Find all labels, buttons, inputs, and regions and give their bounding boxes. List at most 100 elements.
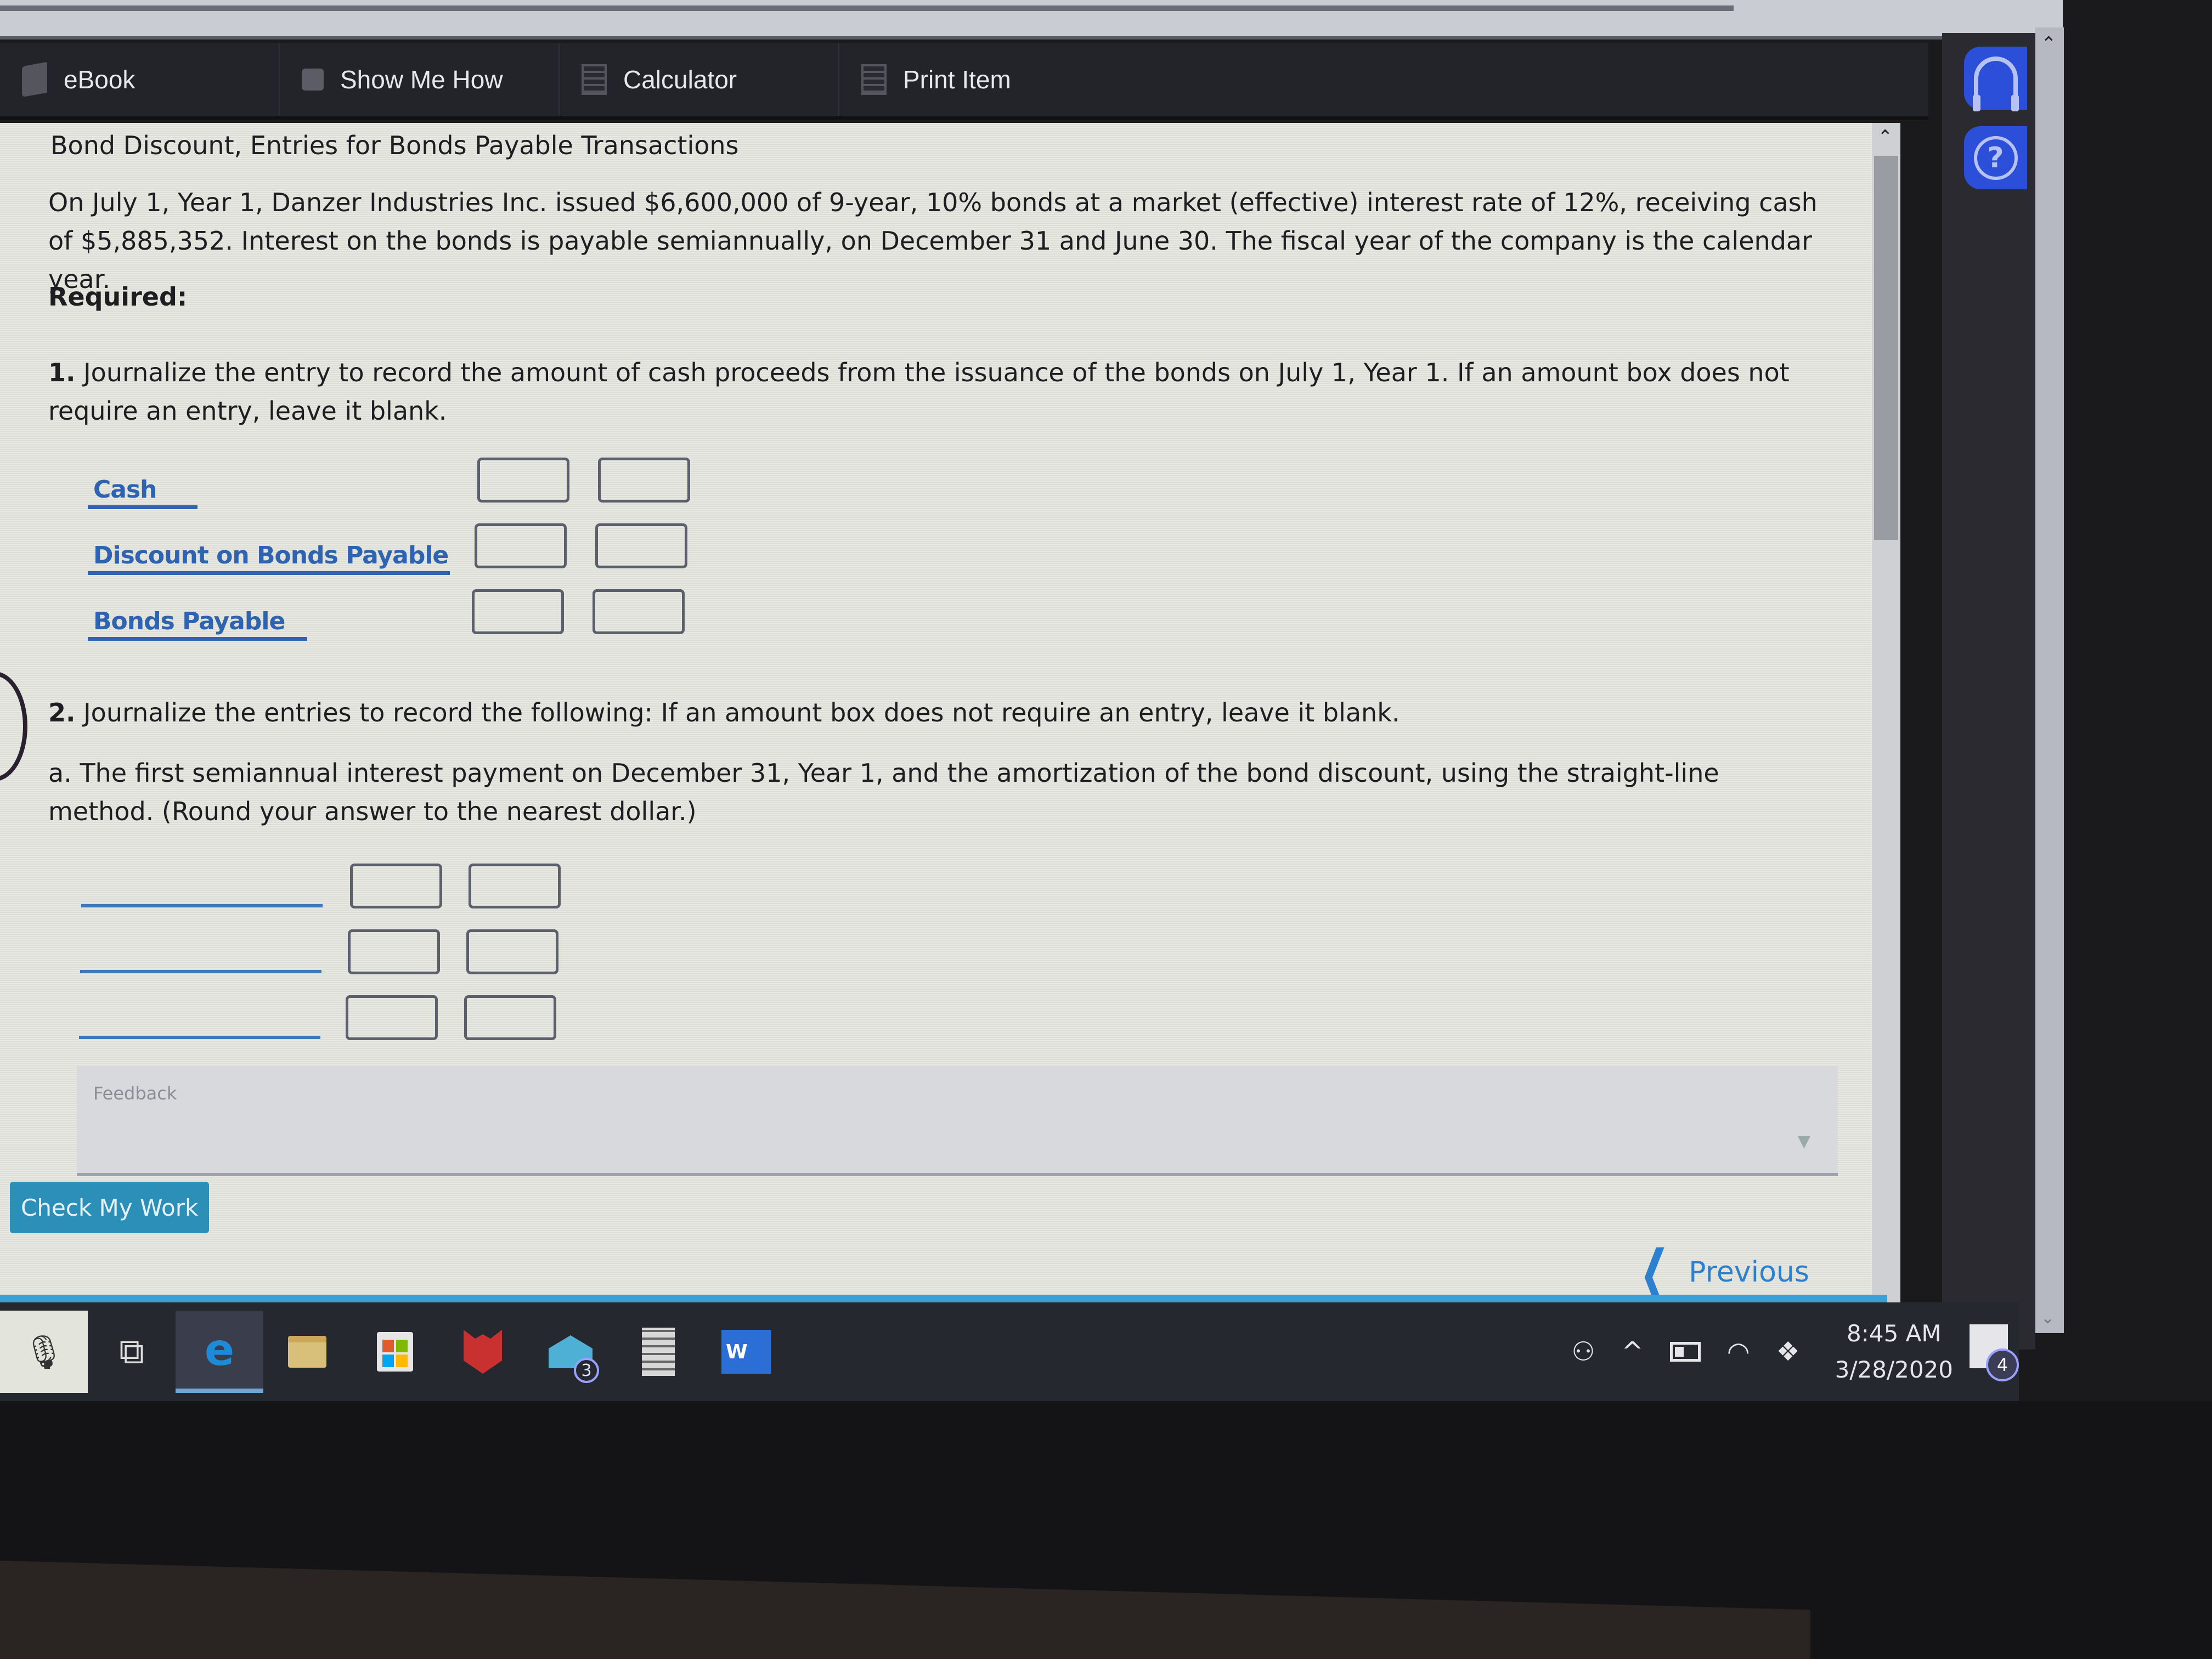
scroll-up-icon[interactable]: ⌃	[2041, 33, 2057, 55]
calculator-icon	[582, 64, 607, 95]
scroll-up-icon[interactable]: ⌃	[1877, 126, 1893, 148]
account-underline	[88, 505, 198, 509]
outer-scrollbar[interactable]: ⌃ ⌄	[2035, 27, 2064, 1333]
notification-center-icon[interactable]: 4	[1970, 1324, 2019, 1381]
account-underline	[88, 571, 450, 575]
windows-taskbar: 🎙 ⧉ e 3 W ⚇ ^ ◠ ❖ 8:45 AM 3/28/2020 4	[0, 1302, 2019, 1401]
account-select[interactable]	[81, 904, 323, 907]
required-label: Required:	[48, 282, 188, 312]
notification-count: 4	[1986, 1348, 2019, 1381]
battery-icon[interactable]	[1669, 1342, 1701, 1362]
dropbox-icon[interactable]: ❖	[1776, 1336, 1800, 1367]
debit-input[interactable]	[348, 929, 440, 974]
side-panel: ?	[1942, 33, 2035, 1350]
account-select[interactable]	[80, 970, 321, 973]
credit-input[interactable]	[464, 995, 556, 1040]
journal-row: Bonds Payable	[88, 589, 746, 650]
browser-strip	[0, 0, 2063, 40]
clock[interactable]: 8:45 AM 3/28/2020	[1835, 1316, 1953, 1388]
feedback-panel: Feedback ▼	[77, 1066, 1838, 1176]
taskbar-calculator[interactable]	[614, 1311, 702, 1393]
taskbar-store[interactable]	[351, 1311, 439, 1393]
debit-input[interactable]	[346, 995, 438, 1040]
task-view-icon: ⧉	[119, 1331, 144, 1372]
mail-badge: 3	[574, 1358, 599, 1383]
previous-button[interactable]: ❮ Previous	[1629, 1242, 1809, 1302]
help-button[interactable]: ?	[1964, 126, 2027, 189]
credit-input[interactable]	[466, 929, 558, 974]
credit-input[interactable]	[592, 589, 685, 634]
question-2a-text: The first semiannual interest payment on…	[48, 758, 1719, 826]
scroll-down-icon[interactable]: ⌄	[2041, 1308, 2055, 1328]
scroll-thumb[interactable]	[1874, 156, 1898, 540]
question-2a: a. The first semiannual interest payment…	[48, 754, 1831, 831]
folder-icon	[288, 1336, 326, 1368]
problem-title: Bond Discount, Entries for Bonds Payable…	[50, 131, 739, 160]
wifi-icon[interactable]: ◠	[1727, 1336, 1750, 1367]
headset-icon	[1972, 56, 2019, 111]
debit-input[interactable]	[477, 458, 569, 503]
calculator-button[interactable]: Calculator	[560, 43, 839, 116]
journal-row	[80, 929, 738, 990]
content-bottom-border	[0, 1295, 1887, 1302]
previous-label: Previous	[1689, 1256, 1809, 1289]
show-me-how-label: Show Me How	[340, 65, 503, 94]
problem-content: Bond Discount, Entries for Bonds Payable…	[0, 123, 1887, 1302]
question-2-text: Journalize the entries to record the fol…	[83, 698, 1400, 727]
question-2-number: 2.	[48, 698, 76, 727]
debit-input[interactable]	[475, 523, 567, 568]
taskbar-mail[interactable]: 3	[527, 1311, 614, 1393]
account-underline	[88, 637, 307, 641]
cursor-artifact	[0, 672, 27, 781]
journal-row	[79, 995, 737, 1056]
store-icon	[377, 1332, 413, 1372]
people-icon[interactable]: ⚇	[1571, 1336, 1595, 1367]
debit-input[interactable]	[472, 589, 564, 634]
content-scrollbar[interactable]: ⌃ ⌄	[1872, 123, 1900, 1319]
browser-line	[0, 5, 1734, 11]
feedback-label: Feedback	[93, 1083, 177, 1104]
journal-row: Discount on Bonds Payable	[88, 523, 746, 584]
book-icon	[22, 61, 47, 98]
system-tray: ⚇ ^ ◠ ❖ 8:45 AM 3/28/2020	[1558, 1302, 1953, 1401]
check-my-work-button[interactable]: Check My Work	[10, 1182, 210, 1233]
ebook-label: eBook	[64, 65, 136, 94]
taskbar-word[interactable]: W	[702, 1311, 790, 1393]
taskbar-microphone[interactable]: 🎙	[0, 1311, 88, 1393]
taskbar-task-view[interactable]: ⧉	[88, 1311, 176, 1393]
question-2a-letter: a.	[48, 758, 72, 788]
journal-row	[81, 864, 740, 924]
feedback-expand-icon[interactable]: ▼	[1798, 1132, 1810, 1151]
question-1-number: 1.	[48, 358, 76, 387]
print-item-button[interactable]: Print Item	[839, 43, 1125, 116]
calculator-label: Calculator	[623, 65, 737, 94]
taskbar-file-explorer[interactable]	[263, 1311, 351, 1393]
print-item-label: Print Item	[903, 65, 1011, 94]
ebook-button[interactable]: eBook	[0, 43, 280, 116]
chevron-left-icon: ❮	[1639, 1237, 1670, 1302]
problem-intro: On July 1, Year 1, Danzer Industries Inc…	[48, 188, 1818, 294]
word-icon: W	[721, 1330, 771, 1374]
mcafee-icon	[464, 1330, 502, 1374]
chevron-up-icon[interactable]: ^	[1622, 1336, 1644, 1367]
taskbar-mcafee[interactable]	[439, 1311, 527, 1393]
taskbar-edge[interactable]: e	[176, 1311, 263, 1393]
clock-time: 8:45 AM	[1847, 1320, 1942, 1347]
credit-input[interactable]	[598, 458, 690, 503]
question-1: 1. Journalize the entry to record the am…	[48, 353, 1831, 430]
debit-input[interactable]	[350, 864, 442, 909]
edge-icon: e	[204, 1324, 235, 1375]
show-me-how-button[interactable]: Show Me How	[280, 43, 560, 116]
question-2: 2. Journalize the entries to record the …	[48, 693, 1831, 732]
account-select[interactable]: Discount on Bonds Payable	[93, 541, 449, 569]
credit-input[interactable]	[469, 864, 561, 909]
clock-date: 3/28/2020	[1835, 1356, 1953, 1383]
video-icon	[302, 69, 324, 91]
account-select[interactable]: Bonds Payable	[93, 607, 285, 635]
account-select[interactable]	[79, 1036, 320, 1039]
support-button[interactable]	[1964, 47, 2027, 111]
account-select[interactable]: Cash	[93, 476, 157, 504]
credit-input[interactable]	[595, 523, 687, 568]
print-icon	[861, 64, 887, 95]
help-icon: ?	[1973, 136, 2018, 180]
